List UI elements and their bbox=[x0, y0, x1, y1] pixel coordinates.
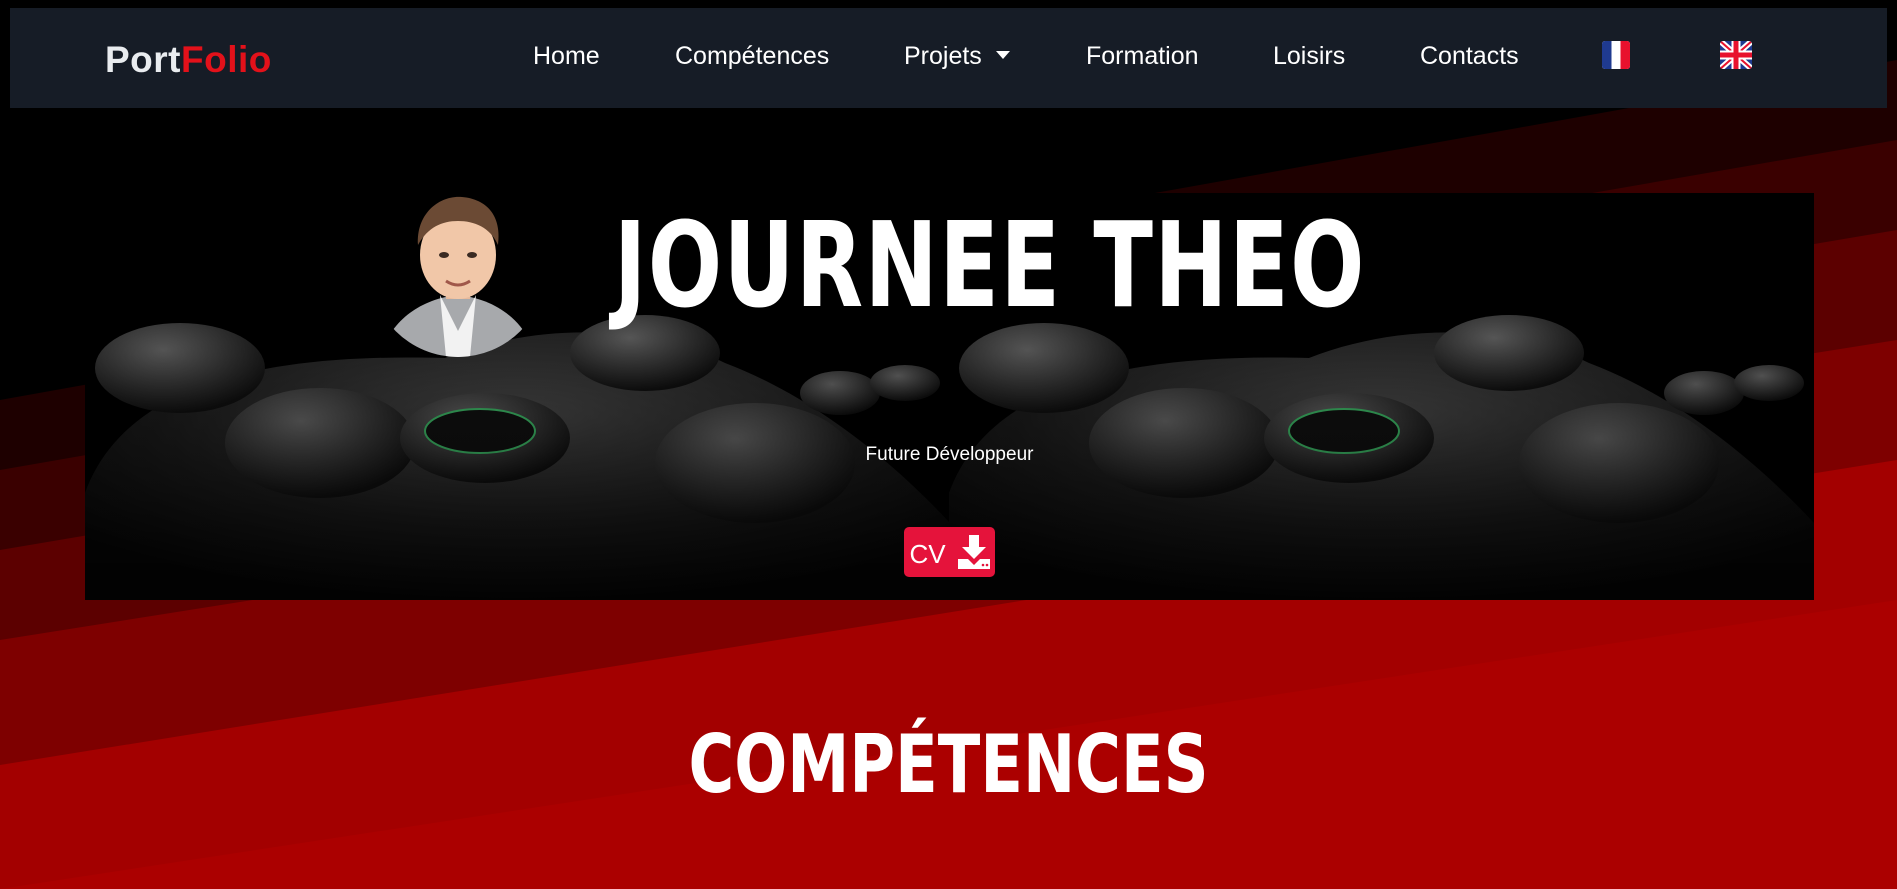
chevron-down-icon bbox=[995, 51, 1010, 60]
nav-link-projets-label: Projets bbox=[904, 42, 982, 70]
nav-link-loisirs[interactable]: Loisirs bbox=[1273, 41, 1345, 71]
uk-flag-icon[interactable] bbox=[1719, 40, 1753, 70]
french-flag-icon[interactable] bbox=[1601, 40, 1631, 70]
brand-logo-part1: Port bbox=[105, 39, 181, 80]
download-icon bbox=[957, 535, 990, 569]
nav-link-home[interactable]: Home bbox=[533, 41, 600, 71]
nav-link-contacts[interactable]: Contacts bbox=[1420, 41, 1519, 71]
hero-name: JOURNEE THEO bbox=[613, 196, 1366, 334]
cv-download-button[interactable]: CV bbox=[904, 527, 995, 577]
section-title-competences: COMPÉTENCES bbox=[688, 718, 1209, 811]
brand-logo[interactable]: PortFolio bbox=[105, 40, 272, 80]
hero-banner: JOURNEE THEO Future Développeur CV bbox=[85, 193, 1814, 600]
nav-link-projets[interactable]: Projets bbox=[904, 41, 1010, 71]
nav-link-competences[interactable]: Compétences bbox=[675, 41, 829, 71]
brand-logo-part2: Folio bbox=[181, 39, 272, 80]
top-navbar: PortFolio Home Compétences Projets Forma… bbox=[10, 8, 1887, 108]
hero-subtitle: Future Développeur bbox=[865, 444, 1034, 465]
nav-link-formation[interactable]: Formation bbox=[1086, 41, 1199, 71]
cv-button-label: CV bbox=[909, 539, 946, 569]
